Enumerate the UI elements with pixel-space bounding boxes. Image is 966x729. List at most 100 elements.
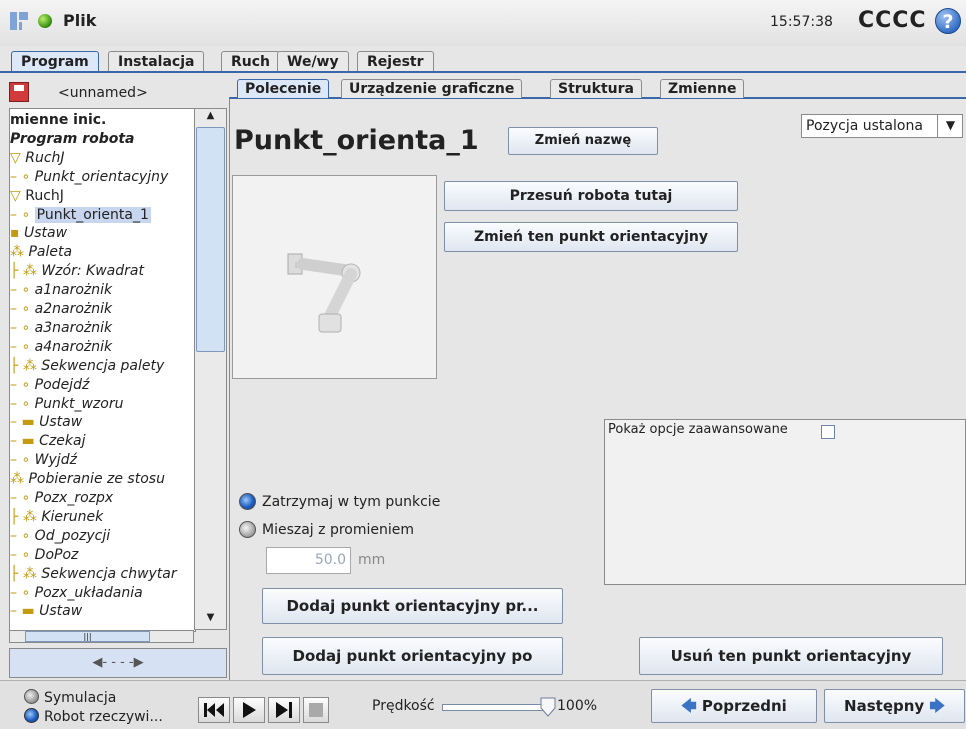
tree-item-label: RuchJ (25, 149, 65, 166)
tree-item[interactable]: – ▬ Ustaw (10, 602, 82, 620)
tree-item[interactable]: – ▬ Czekaj (10, 432, 85, 450)
tab-divider (0, 71, 966, 73)
tree-item-label: Ustaw (39, 414, 83, 431)
tree-item[interactable]: – ∘ Od_pozycji (10, 527, 110, 545)
tree-item[interactable]: – ∘ a3narożnik (10, 319, 112, 337)
stop-at-point-label: Zatrzymaj w tym punkcie (262, 494, 441, 510)
tab-command[interactable]: Polecenie (237, 79, 330, 98)
blend-radius-input[interactable]: 50.0 (266, 547, 351, 574)
tree-item-label: a4narożnik (34, 338, 113, 355)
tree-item[interactable]: ▽ RuchJ (10, 149, 65, 167)
tree-item[interactable]: – ∘ Punkt_orienta_1 (10, 206, 151, 224)
program-file-name: <unnamed> (58, 85, 148, 101)
tab-structure[interactable]: Struktura (550, 79, 642, 98)
arrow-left-icon: 🡄 (681, 697, 697, 715)
tree-item[interactable]: – ∘ Wyjdź (10, 451, 77, 469)
tree-item-label: RuchJ (25, 187, 64, 204)
save-icon[interactable] (9, 82, 29, 102)
next-label: Następny (844, 697, 925, 715)
scroll-thumb[interactable] (196, 127, 225, 352)
tree-item[interactable]: ├ ⁂ Sekwencja palety (10, 357, 164, 375)
arrow-right-icon: 🡆 (929, 697, 945, 715)
tree-item[interactable]: – ∘ Podejdź (10, 376, 89, 394)
tab-graphics[interactable]: Urządzenie graficzne (341, 79, 523, 98)
stop-button[interactable] (303, 697, 329, 723)
chevron-down-icon[interactable]: ▼ (937, 114, 963, 138)
tree-item[interactable]: Program robota (10, 130, 135, 148)
delete-waypoint-button[interactable]: Usuń ten punkt orientacyjny (639, 637, 943, 675)
tree-item-label: a1narożnik (34, 282, 113, 299)
tree-item[interactable]: ▪ Ustaw (10, 224, 67, 242)
tree-item[interactable]: ├ ⁂ Wzór: Kwadrat (10, 262, 144, 280)
next-button[interactable]: Następny 🡆 (824, 689, 965, 723)
tab-move[interactable]: Ruch (221, 51, 281, 72)
rename-button[interactable]: Zmień nazwę (508, 127, 658, 155)
tree-item-label: Ustaw (39, 603, 83, 620)
tree-item[interactable]: ⁂ Pobieranie ze stosu (10, 470, 165, 488)
tree-item[interactable]: – ▬ Ustaw (10, 413, 82, 431)
program-tree[interactable]: mienne inic. Program robota ▽ RuchJ – ∘ Pun… (9, 108, 196, 632)
move-robot-here-button[interactable]: Przesuń robota tutaj (444, 181, 738, 211)
previous-button[interactable]: 🡄 Poprzedni (651, 689, 817, 723)
real-robot-label: Robot rzeczywi... (44, 709, 163, 725)
tree-node-icon: – ∘ (10, 584, 35, 601)
change-waypoint-button[interactable]: Zmień ten punkt orientacyjny (444, 222, 738, 252)
play-button[interactable] (233, 697, 265, 723)
tree-item[interactable]: ├ ⁂ Kierunek (10, 508, 103, 526)
add-waypoint-after-button[interactable]: Dodaj punkt orientacyjny po (262, 637, 563, 675)
tree-node-icon: ⁂ (10, 244, 29, 261)
tree-node-icon: ▪ (10, 225, 24, 242)
tree-item[interactable]: – ∘ a1narożnik (10, 281, 112, 299)
speed-slider[interactable] (442, 704, 549, 711)
stop-at-point-radio[interactable] (239, 493, 256, 510)
file-menu[interactable]: Plik (63, 11, 96, 30)
tab-io[interactable]: We/wy (277, 51, 349, 72)
tree-item-label: a2narożnik (34, 301, 113, 317)
robot-arm-icon (287, 253, 361, 333)
tree-node-icon: – ▬ (10, 433, 40, 450)
help-icon[interactable]: ? (935, 8, 961, 34)
tree-item-label: a3narożnik (34, 319, 113, 336)
tree-item-label: Kierunek (41, 508, 104, 525)
tree-node-icon: ⁂ (10, 471, 29, 488)
tree-item[interactable]: – ∘ Punkt_orientacyjny (10, 168, 168, 186)
advanced-options-checkbox[interactable] (821, 425, 835, 439)
tree-item-label: Pozx_rozpx (34, 490, 114, 506)
tree-item[interactable]: – ∘ Pozx_układania (10, 584, 143, 602)
tab-log[interactable]: Rejestr (357, 51, 434, 72)
step-button[interactable] (268, 697, 300, 723)
tree-item-label: Od_pozycji (34, 527, 111, 544)
tree-item[interactable]: – ∘ a4narożnik (10, 338, 112, 356)
rewind-button[interactable] (198, 697, 230, 723)
speed-slider-handle[interactable] (538, 697, 558, 717)
tree-item[interactable]: – ∘ Punkt_wzoru (10, 395, 123, 413)
tab-installation[interactable]: Instalacja (108, 51, 205, 72)
tree-item[interactable]: ⁂ Paleta (10, 243, 72, 261)
tree-item[interactable]: mienne inic. (10, 111, 106, 129)
tree-item[interactable]: ├ ⁂ Sekwencja chwytar (10, 565, 177, 583)
add-waypoint-before-button[interactable]: Dodaj punkt orientacyjny pr... (262, 588, 563, 624)
pane-resize-handle[interactable]: ◀- - - -▶ (9, 648, 227, 678)
tree-item-label: Program robota (10, 130, 135, 147)
tree-node-icon: ▽ (10, 149, 26, 166)
tree-item-label: Sekwencja chwytar (41, 565, 177, 582)
simulation-label: Symulacja (44, 690, 117, 706)
scroll-down-icon[interactable]: ▼ (196, 612, 225, 628)
tree-item-label: Sekwencja palety (41, 357, 165, 374)
tree-item[interactable]: – ∘ DoPoz (10, 546, 78, 564)
real-robot-radio[interactable] (24, 708, 39, 723)
tree-item[interactable]: ▽ RuchJ (10, 187, 64, 205)
tree-item[interactable]: – ∘ Pozx_rozpx (10, 489, 113, 507)
horizontal-scroll-thumb[interactable]: ||| (25, 631, 150, 642)
ur-logo-icon (10, 12, 28, 30)
skip-back-icon (204, 703, 224, 717)
tab-program[interactable]: Program (11, 51, 99, 72)
speed-label: Prędkość (372, 698, 435, 714)
tree-item[interactable]: – ∘ a2narożnik (10, 300, 112, 318)
simulation-radio[interactable] (24, 689, 39, 704)
tab-variables[interactable]: Zmienne (660, 79, 745, 98)
tree-node-icon: ├ ⁂ (10, 263, 42, 280)
play-icon (243, 702, 256, 718)
blend-radius-radio[interactable] (239, 521, 256, 538)
scroll-up-icon[interactable]: ▲ (196, 110, 225, 126)
